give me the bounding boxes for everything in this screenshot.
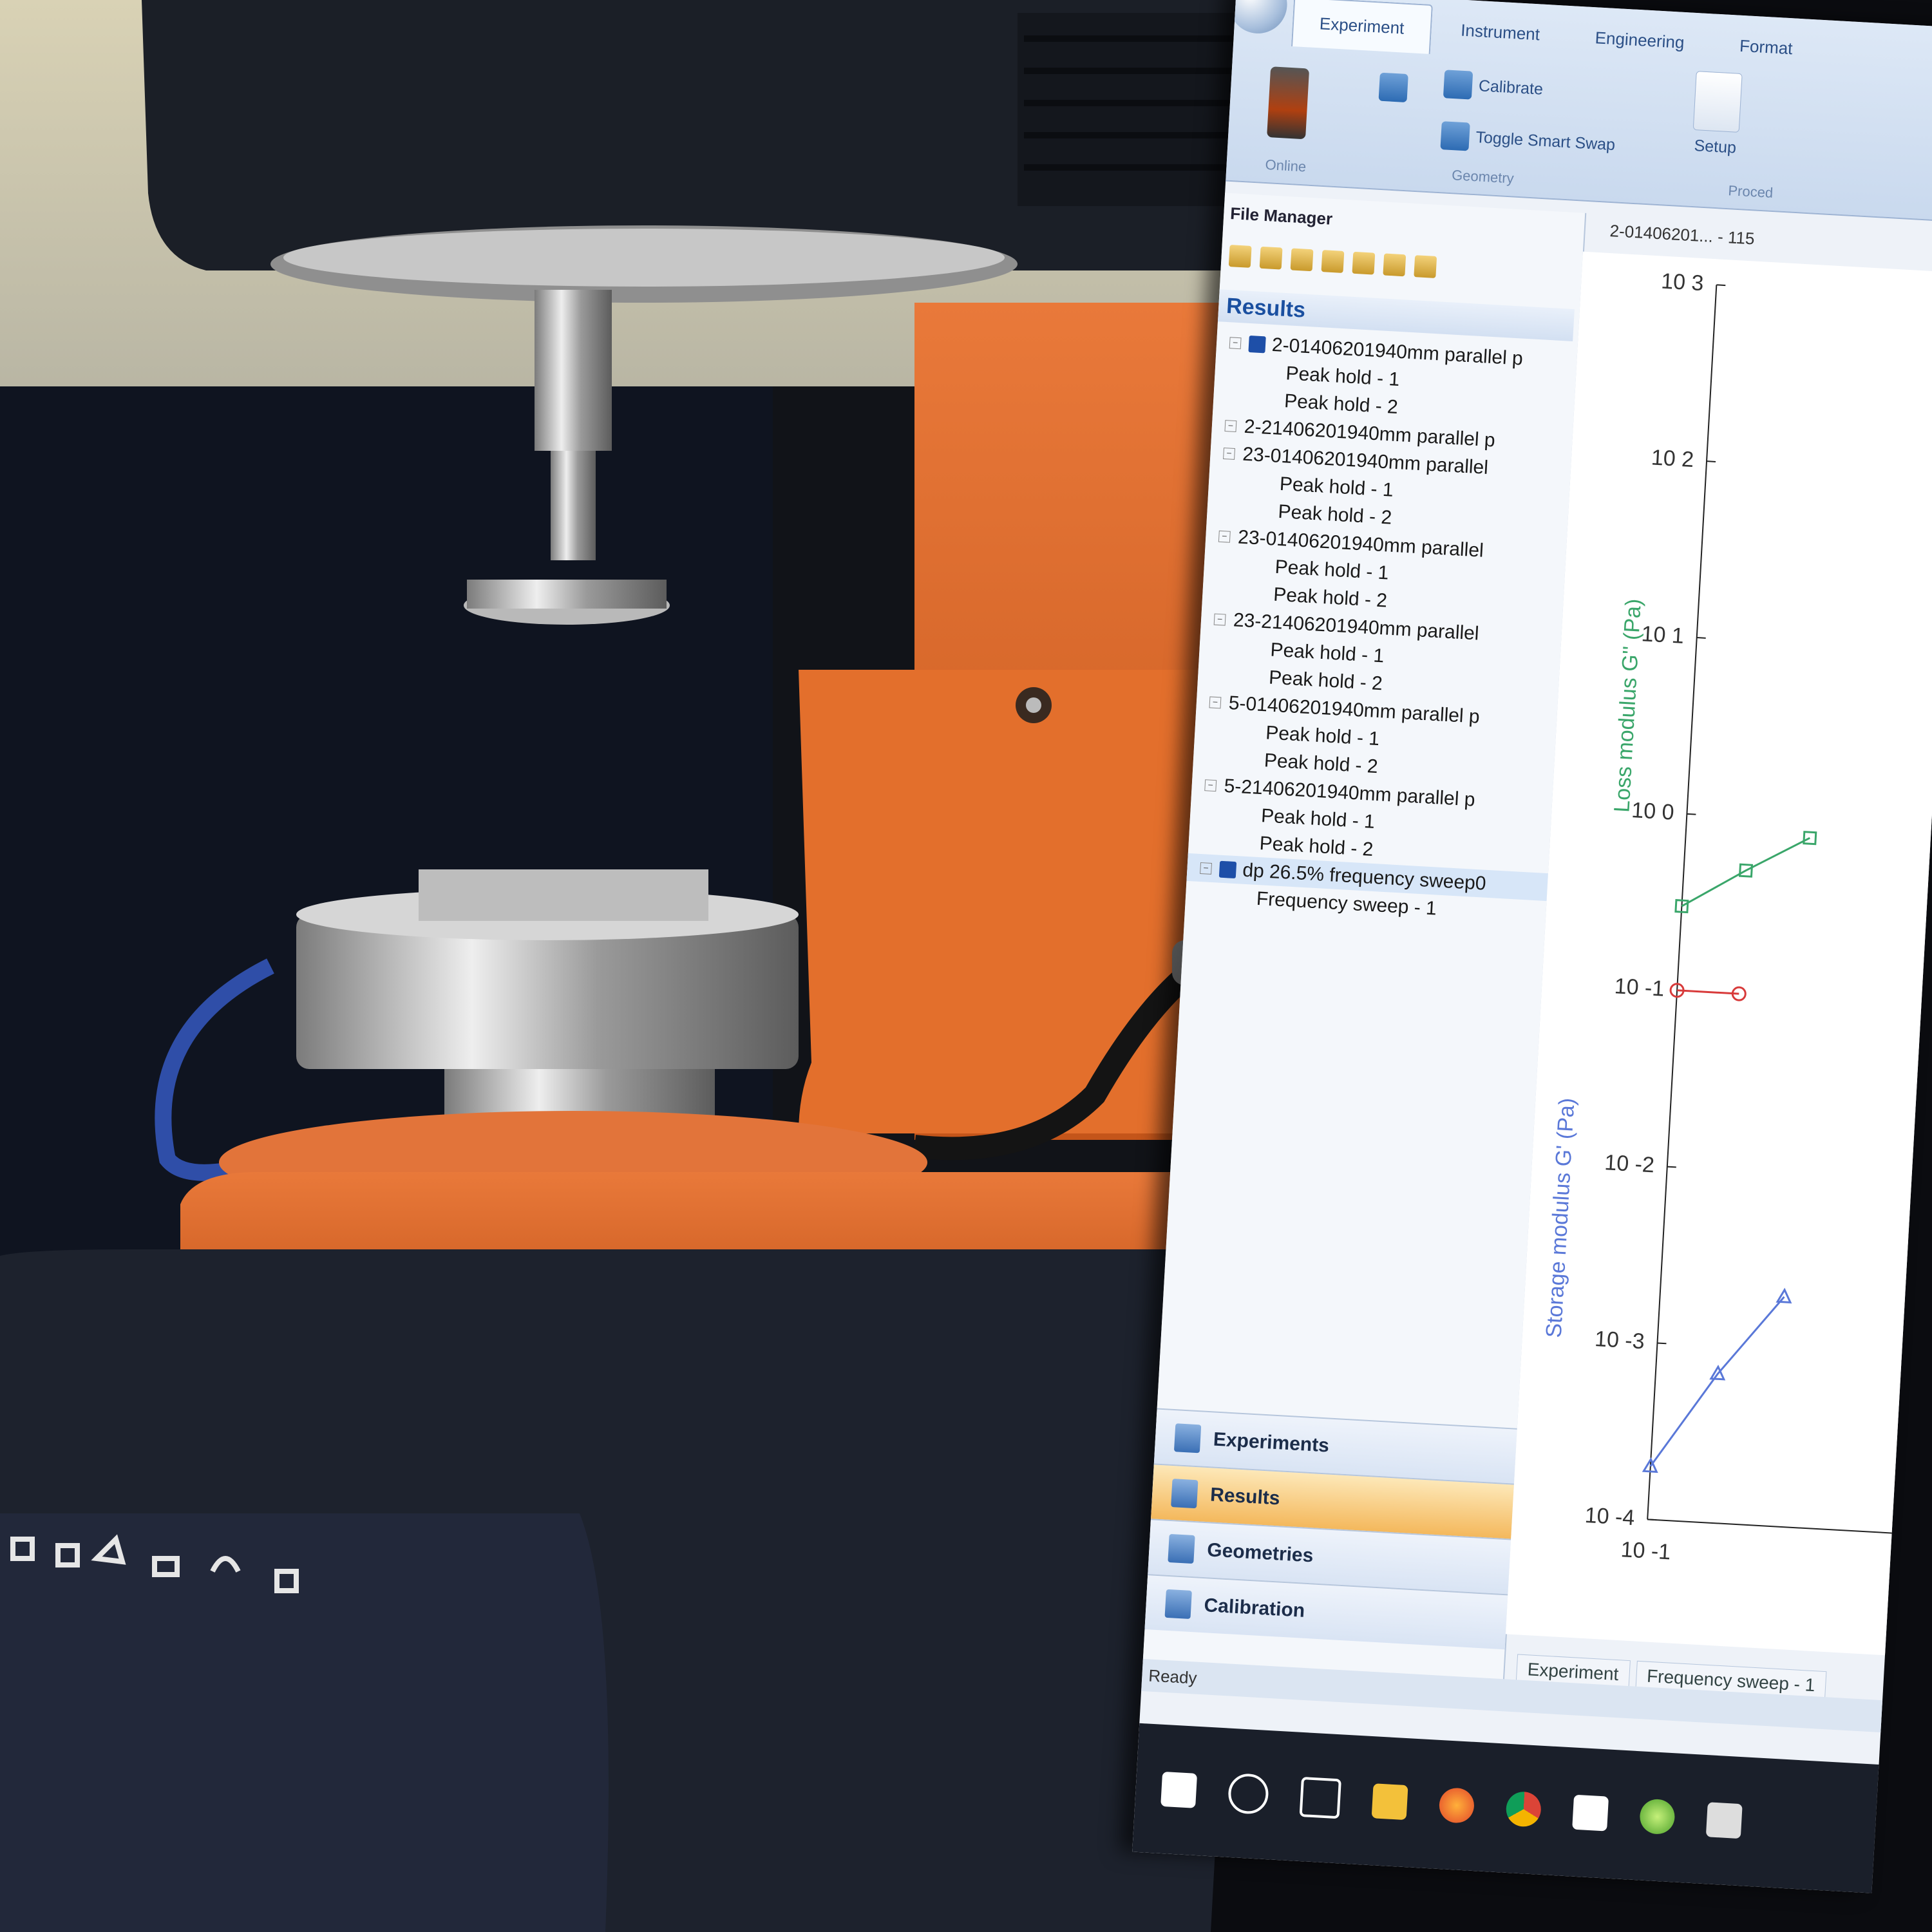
expand-toggle-icon[interactable]: − [1213, 613, 1226, 626]
nav-experiments-label: Experiments [1213, 1428, 1330, 1457]
calibrate-button[interactable]: Calibrate [1443, 70, 1544, 104]
y-tick-label: 10 3 [1660, 269, 1704, 296]
y-tick [1667, 1166, 1676, 1168]
group-online-label: Online [1264, 156, 1307, 175]
document-tab-title[interactable]: 2-01406201... - 115 [1609, 221, 1755, 249]
new-document-icon[interactable] [1290, 248, 1314, 272]
green-app-icon[interactable] [1638, 1798, 1676, 1835]
tree-item-label: Peak hold - 2 [1264, 749, 1379, 777]
tree-item-label: Peak hold - 1 [1279, 473, 1394, 501]
setup-label: Setup [1693, 137, 1737, 157]
task-view-icon[interactable] [1299, 1776, 1341, 1819]
y-tick-label: 10 1 [1641, 621, 1685, 649]
nav-calibration-label: Calibration [1203, 1595, 1306, 1622]
calculator-icon[interactable] [1705, 1802, 1743, 1839]
y-tick-label: 10 -2 [1604, 1150, 1655, 1177]
tree-item-label: Peak hold - 1 [1274, 556, 1390, 584]
geometry-button[interactable] [1378, 72, 1408, 103]
tab-format[interactable]: Format [1712, 21, 1819, 76]
online-button[interactable] [1267, 66, 1310, 140]
experiments-icon [1173, 1423, 1202, 1454]
toggle-smart-swap-button[interactable]: Toggle Smart Swap [1440, 121, 1616, 159]
y-tick-label: 10 -4 [1584, 1503, 1636, 1530]
calibration-icon [1164, 1589, 1192, 1619]
series-line [1681, 837, 1810, 907]
calibrate-icon [1443, 70, 1473, 100]
tree-item-label: Peak hold - 1 [1269, 639, 1385, 667]
chart-icon[interactable] [1383, 253, 1406, 277]
y-tick [1687, 813, 1696, 815]
tab-experiment[interactable]: Experiment [1291, 0, 1433, 54]
app-menu-orb[interactable] [1227, 0, 1289, 35]
chrome-icon[interactable] [1505, 1790, 1542, 1828]
series-line [1677, 989, 1739, 995]
chart-icon[interactable] [1352, 251, 1376, 275]
firefox-icon[interactable] [1438, 1787, 1475, 1824]
open-folder-icon[interactable] [1228, 245, 1252, 268]
search-icon[interactable] [1227, 1772, 1270, 1815]
tree-item-label: Peak hold - 1 [1265, 721, 1380, 750]
tree-item-label: Peak hold - 2 [1277, 500, 1393, 529]
instrument-icon [1267, 66, 1310, 140]
start-icon[interactable] [1160, 1771, 1198, 1808]
y-tick [1706, 460, 1716, 462]
series-line [1649, 1296, 1785, 1467]
data-point [1803, 831, 1817, 846]
file-manager-title: File Manager [1229, 204, 1333, 229]
data-point [1776, 1287, 1792, 1303]
y-tick [1647, 1519, 1657, 1521]
nav-geometries-label: Geometries [1206, 1539, 1314, 1567]
tree-item-label: Peak hold - 2 [1258, 832, 1374, 860]
expand-toggle-icon[interactable]: − [1209, 696, 1222, 708]
expand-toggle-icon[interactable]: − [1229, 336, 1242, 349]
tab-instrument[interactable]: Instrument [1434, 5, 1567, 61]
y-tick-label: 10 2 [1651, 445, 1694, 472]
expand-toggle-icon[interactable]: − [1218, 530, 1231, 543]
x-axis [1647, 1519, 1899, 1535]
navigation-pane: Experiments Results Geometries Calibrati… [1144, 1408, 1517, 1650]
save-disk-icon [1218, 860, 1237, 878]
file-manager-toolbar [1228, 245, 1437, 278]
export-icon[interactable] [1414, 255, 1437, 278]
expand-toggle-icon[interactable]: − [1200, 862, 1213, 875]
results-icon [1171, 1479, 1198, 1509]
x-tick-label: 10 -1 [1620, 1537, 1672, 1564]
y-tick-label: 10 -3 [1594, 1327, 1645, 1354]
storage-axis-label: Storage modulus G' (Pa) [1542, 1097, 1580, 1339]
file-explorer-icon[interactable] [1371, 1783, 1408, 1821]
save-disk-icon [1248, 335, 1266, 353]
group-geometry-label: Geometry [1451, 167, 1515, 187]
dropbox-icon[interactable] [1572, 1794, 1609, 1832]
folder-icon[interactable] [1259, 246, 1283, 270]
expand-toggle-icon[interactable]: − [1204, 779, 1217, 791]
tab-engineering[interactable]: Engineering [1568, 12, 1712, 70]
expand-toggle-icon[interactable]: − [1224, 419, 1237, 432]
toggle-smart-swap-label: Toggle Smart Swap [1475, 128, 1616, 154]
geometries-icon [1168, 1533, 1195, 1564]
tree-item-label: Peak hold - 2 [1283, 390, 1399, 418]
y-tick-label: 10 -1 [1614, 974, 1665, 1001]
loss-axis-label: Loss modulus G'' (Pa) [1609, 598, 1645, 813]
chart-icon[interactable] [1321, 250, 1345, 273]
calibrate-label: Calibrate [1478, 76, 1544, 99]
group-procedure-label: Proced [1727, 182, 1774, 201]
ribbon: Experiment Instrument Engineering Format… [1226, 0, 1932, 223]
setup-button[interactable]: Setup [1692, 71, 1743, 158]
status-text: Ready [1148, 1665, 1198, 1688]
geometry-icon [1378, 72, 1408, 103]
tree-item-label: Peak hold - 2 [1268, 667, 1383, 694]
nav-results-label: Results [1209, 1484, 1281, 1510]
results-tree: −2-01406201940mm parallel p Peak hold - 1… [1185, 328, 1578, 929]
smart-swap-icon [1440, 121, 1470, 151]
y-tick-label: 10 0 [1631, 798, 1674, 825]
tree-item-label: Peak hold - 2 [1273, 583, 1388, 612]
setup-icon [1692, 71, 1743, 133]
expand-toggle-icon[interactable]: − [1223, 447, 1236, 460]
software-window: Experiment Instrument Engineering Format… [1132, 0, 1932, 1893]
tree-item-label: Peak hold - 1 [1285, 362, 1401, 390]
tree-item-label: Peak hold - 1 [1260, 804, 1376, 833]
